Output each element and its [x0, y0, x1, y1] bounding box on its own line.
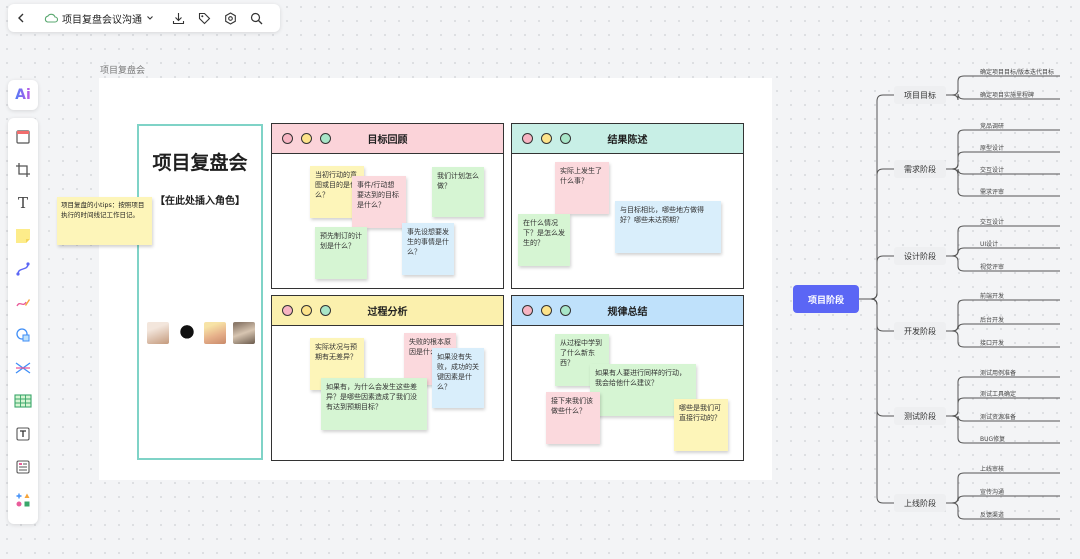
back-icon[interactable] — [16, 11, 26, 25]
sticky-note-tool-icon[interactable] — [12, 225, 34, 247]
pen-tool-icon[interactable] — [12, 291, 34, 313]
mindmap-leaf-node[interactable]: 上线审核 — [980, 464, 1004, 473]
mindmap-leaf-node[interactable]: 宣传沟通 — [980, 487, 1004, 496]
search-icon[interactable] — [250, 11, 263, 25]
mindmap-leaf-node[interactable]: 交互设计 — [980, 217, 1004, 226]
top-toolbar: 项目复盘会议沟通 — [8, 4, 280, 32]
quadrant-title: 规律总结 — [607, 307, 648, 318]
mindmap-branch-node[interactable]: 上线阶段 — [894, 494, 946, 512]
title-card[interactable]: 项目复盘会 【在此处插入角色】 — [137, 124, 263, 460]
table-tool-icon[interactable] — [12, 390, 34, 412]
list-tool-icon[interactable] — [12, 456, 34, 478]
avatar — [147, 322, 169, 344]
quadrant-header: 过程分析 — [272, 296, 503, 326]
role-placeholder: 【在此处插入角色】 — [155, 196, 245, 207]
settings-icon[interactable] — [224, 11, 237, 25]
text-tool-icon[interactable]: T — [12, 192, 34, 214]
sticky-note[interactable]: 事件/行动想要达到的目标是什么？ — [352, 176, 406, 228]
mindmap-branch-node[interactable]: 设计阶段 — [894, 247, 946, 265]
mindmap-leaf-node[interactable]: 接口开发 — [980, 338, 1004, 347]
mindmap-branch-node[interactable]: 需求阶段 — [894, 160, 946, 178]
sticky-note[interactable]: 接下来我们该做些什么？ — [546, 392, 600, 444]
mindmap-leaf-node[interactable]: 测试用例准备 — [980, 368, 1016, 377]
sticky-note[interactable]: 与目标相比，哪些地方做得好？哪些未达预期？ — [615, 201, 721, 253]
mindmap-leaf-node[interactable]: 视觉评审 — [980, 262, 1004, 271]
sticky-note[interactable]: 预先制订的计划是什么？ — [315, 227, 367, 279]
quadrant-patterns[interactable]: 规律总结 从过程中学到了什么新东西？ 如果有人要进行同样的行动，我会给他什么建议… — [511, 295, 744, 461]
mindmap-tool-icon[interactable] — [12, 357, 34, 379]
cloud-icon — [44, 11, 58, 25]
sticky-note[interactable]: 事先设想要发生的事情是什么？ — [402, 223, 454, 275]
quadrant-title: 过程分析 — [367, 307, 408, 318]
sticky-note[interactable]: 在什么情况下？是怎么发生的？ — [518, 214, 570, 266]
tag-icon[interactable] — [198, 11, 211, 25]
mindmap-root-node[interactable]: 项目阶段 — [793, 285, 859, 313]
quadrant-header: 规律总结 — [512, 296, 743, 326]
crop-tool-icon[interactable] — [12, 159, 34, 181]
avatar — [176, 322, 198, 344]
connector-tool-icon[interactable] — [12, 258, 34, 280]
sticky-note[interactable]: 如果没有失败，成功的关键因素是什么？ — [432, 348, 484, 408]
sticky-note[interactable]: 如果有，为什么会发生这些差异？是哪些因素造成了我们没有达到预期目标？ — [321, 378, 427, 430]
mindmap-leaf-node[interactable]: BUG修复 — [980, 434, 1005, 443]
doc-title[interactable]: 项目复盘会议沟通 — [62, 11, 142, 26]
avatar — [204, 322, 226, 344]
mindmap-leaf-node[interactable]: 测试资源准备 — [980, 412, 1016, 421]
sticky-note[interactable]: 实际上发生了什么事？ — [555, 162, 609, 214]
text-tool-glyph: T — [17, 194, 28, 212]
mindmap-leaf-node[interactable]: 交互设计 — [980, 165, 1004, 174]
board-title: 项目复盘会 — [152, 152, 248, 174]
ai-label: Ai — [15, 87, 31, 103]
mindmap-leaf-node[interactable]: 后台开发 — [980, 315, 1004, 324]
mindmap-leaf-node[interactable]: 确定项目目标/版本迭代目标 — [980, 67, 1054, 76]
ai-assistant-button[interactable]: Ai — [8, 80, 38, 110]
sticky-note[interactable]: 我们计划怎么做？ — [432, 167, 484, 217]
mindmap-branch-node[interactable]: 项目目标 — [894, 86, 946, 104]
mindmap-leaf-node[interactable]: 前端开发 — [980, 291, 1004, 300]
quadrant-goals[interactable]: 目标回顾 当初行动的意图或目的是什么？ 事件/行动想要达到的目标是什么？ 我们计… — [271, 123, 504, 289]
mindmap-leaf-node[interactable]: 确定项目实施里程碑 — [980, 90, 1034, 99]
mindmap-leaf-node[interactable]: 原型设计 — [980, 143, 1004, 152]
mindmap-leaf-node[interactable]: 测试工具确定 — [980, 389, 1016, 398]
mindmap-leaf-node[interactable]: UI设计 — [980, 239, 998, 248]
mindmap-leaf-node[interactable]: 竞品调研 — [980, 121, 1004, 130]
text-card-tool-icon[interactable] — [12, 423, 34, 445]
frame-tool-icon[interactable] — [12, 126, 34, 148]
mindmap-leaf-node[interactable]: 反馈渠道 — [980, 510, 1004, 519]
tip-sticky-note[interactable]: 项目复盘的小tips：按照项目执行的时间线记工作日记。 — [57, 197, 152, 245]
quadrant-title: 目标回顾 — [367, 135, 408, 146]
shape-tool-icon[interactable] — [12, 324, 34, 346]
quadrant-header: 目标回顾 — [272, 124, 503, 154]
more-tools-icon[interactable] — [12, 489, 34, 511]
quadrant-header: 结果陈述 — [512, 124, 743, 154]
left-toolbar: T — [8, 118, 38, 524]
quadrant-results[interactable]: 结果陈述 实际上发生了什么事？ 在什么情况下？是怎么发生的？ 与目标相比，哪些地… — [511, 123, 744, 289]
quadrant-process[interactable]: 过程分析 实际状况与预期有无差异？ 失败的根本原因是什么？ 如果没有失败，成功的… — [271, 295, 504, 461]
mindmap-branch-node[interactable]: 测试阶段 — [894, 407, 946, 425]
download-icon[interactable] — [172, 11, 185, 25]
mindmap-leaf-node[interactable]: 需求评审 — [980, 187, 1004, 196]
frame-label[interactable]: 项目复盘会 — [100, 63, 145, 76]
mindmap-branch-node[interactable]: 开发阶段 — [894, 322, 946, 340]
sticky-note[interactable]: 哪些是我们可直接行动的？ — [674, 399, 728, 451]
chevron-down-icon[interactable] — [146, 11, 154, 25]
avatar — [233, 322, 255, 344]
quadrant-title: 结果陈述 — [607, 135, 648, 146]
